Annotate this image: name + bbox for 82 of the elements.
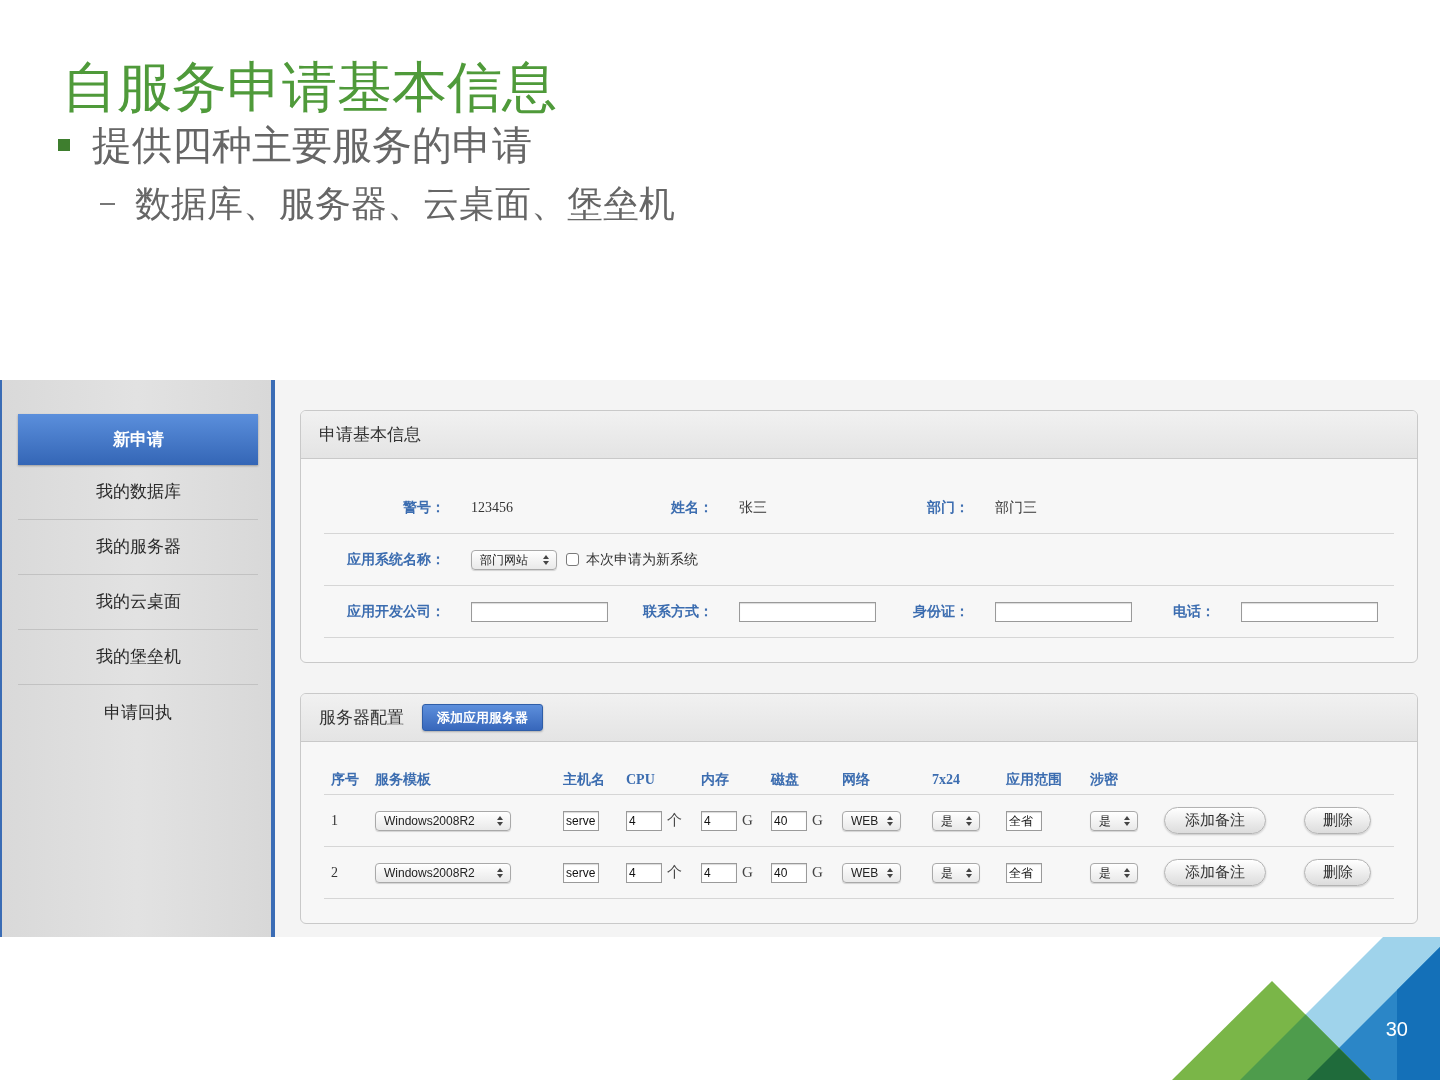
column-header: CPU — [626, 772, 655, 787]
add-server-button[interactable]: 添加应用服务器 — [422, 704, 543, 731]
page-number: 30 — [1385, 1017, 1408, 1041]
dropdown-select[interactable]: 是 — [1090, 810, 1138, 831]
checkbox[interactable] — [566, 553, 579, 566]
dropdown-select[interactable]: WEB — [842, 810, 901, 831]
field-value: 张三 — [739, 498, 767, 517]
square-bullet-icon — [58, 139, 70, 151]
column-header: 序号 — [331, 772, 359, 787]
dropdown-select[interactable]: WEB — [842, 862, 901, 883]
sidebar-item[interactable]: 我的数据库 — [18, 465, 258, 520]
column-header: 涉密 — [1090, 772, 1118, 787]
updown-arrows-icon — [1124, 815, 1130, 826]
input-field[interactable] — [995, 601, 1132, 622]
input-field[interactable]: 4 — [701, 810, 737, 831]
field-value: 部门三 — [995, 498, 1037, 517]
updown-arrows-icon — [887, 867, 893, 878]
input-field[interactable]: serve — [563, 862, 599, 883]
updown-arrows-icon — [887, 815, 893, 826]
dropdown-select[interactable]: 部门网站 — [471, 549, 557, 570]
field-label: 电话： — [1173, 603, 1215, 621]
field-label: 警号： — [403, 498, 445, 517]
column-header: 内存 — [701, 772, 729, 787]
dropdown-select[interactable]: 是 — [932, 862, 980, 883]
add-note-button[interactable]: 添加备注 — [1164, 807, 1266, 834]
column-header: 磁盘 — [771, 772, 799, 787]
updown-arrows-icon — [966, 815, 972, 826]
updown-arrows-icon — [497, 867, 503, 878]
sidebar-item[interactable]: 我的云桌面 — [18, 575, 258, 630]
dash-bullet-icon — [100, 203, 115, 205]
input-field[interactable]: 4 — [626, 810, 662, 831]
field-label: 身份证： — [913, 603, 969, 621]
sub-bullet-text: 数据库、服务器、云桌面、堡垒机 — [135, 182, 675, 226]
field-label: 应用系统名称： — [347, 551, 445, 569]
field-label: 应用开发公司： — [347, 603, 445, 621]
row-number: 1 — [331, 812, 338, 830]
dropdown-select[interactable]: 是 — [932, 810, 980, 831]
input-field[interactable] — [1241, 601, 1378, 622]
input-field[interactable]: 全省 — [1006, 862, 1042, 883]
field-label: 部门： — [927, 498, 969, 517]
unit-label: 个 — [667, 811, 682, 831]
column-header: 7x24 — [932, 772, 960, 787]
updown-arrows-icon — [543, 554, 549, 565]
panel-title: 服务器配置 — [319, 706, 404, 729]
input-field[interactable]: serve — [563, 810, 599, 831]
input-field[interactable]: 4 — [626, 862, 662, 883]
bullet-text: 提供四种主要服务的申请 — [92, 123, 532, 167]
column-header: 服务模板 — [375, 772, 431, 787]
unit-label: G — [812, 811, 823, 831]
updown-arrows-icon — [497, 815, 503, 826]
sidebar-item[interactable]: 我的堡垒机 — [18, 630, 258, 685]
dropdown-select[interactable]: 是 — [1090, 862, 1138, 883]
row-number: 2 — [331, 864, 338, 882]
unit-label: G — [812, 863, 823, 883]
delete-button[interactable]: 删除 — [1304, 859, 1371, 886]
column-header: 应用范围 — [1006, 772, 1062, 787]
dropdown-select[interactable]: Windows2008R2 — [375, 862, 511, 883]
slide-title: 自服务申请基本信息 — [62, 57, 558, 117]
add-note-button[interactable]: 添加备注 — [1164, 859, 1266, 886]
field-label: 联系方式： — [643, 603, 713, 621]
sidebar-item[interactable]: 我的服务器 — [18, 520, 258, 575]
column-header: 网络 — [842, 772, 870, 787]
field-value: 123456 — [471, 498, 513, 517]
unit-label: G — [742, 811, 753, 831]
dropdown-select[interactable]: Windows2008R2 — [375, 810, 511, 831]
input-field[interactable] — [471, 601, 608, 622]
unit-label: 个 — [667, 863, 682, 883]
delete-button[interactable]: 删除 — [1304, 807, 1371, 834]
updown-arrows-icon — [966, 867, 972, 878]
input-field[interactable]: 40 — [771, 862, 807, 883]
input-field[interactable] — [739, 601, 876, 622]
input-field[interactable]: 全省 — [1006, 810, 1042, 831]
panel-title: 申请基本信息 — [319, 423, 421, 446]
updown-arrows-icon — [1124, 867, 1130, 878]
input-field[interactable]: 4 — [701, 862, 737, 883]
column-header: 主机名 — [563, 772, 605, 787]
sidebar-item[interactable]: 申请回执 — [18, 685, 258, 740]
unit-label: G — [742, 863, 753, 883]
field-label: 姓名： — [671, 498, 713, 517]
sidebar-item[interactable]: 新申请 — [18, 414, 258, 465]
input-field[interactable]: 40 — [771, 810, 807, 831]
checkbox-label: 本次申请为新系统 — [586, 551, 698, 569]
